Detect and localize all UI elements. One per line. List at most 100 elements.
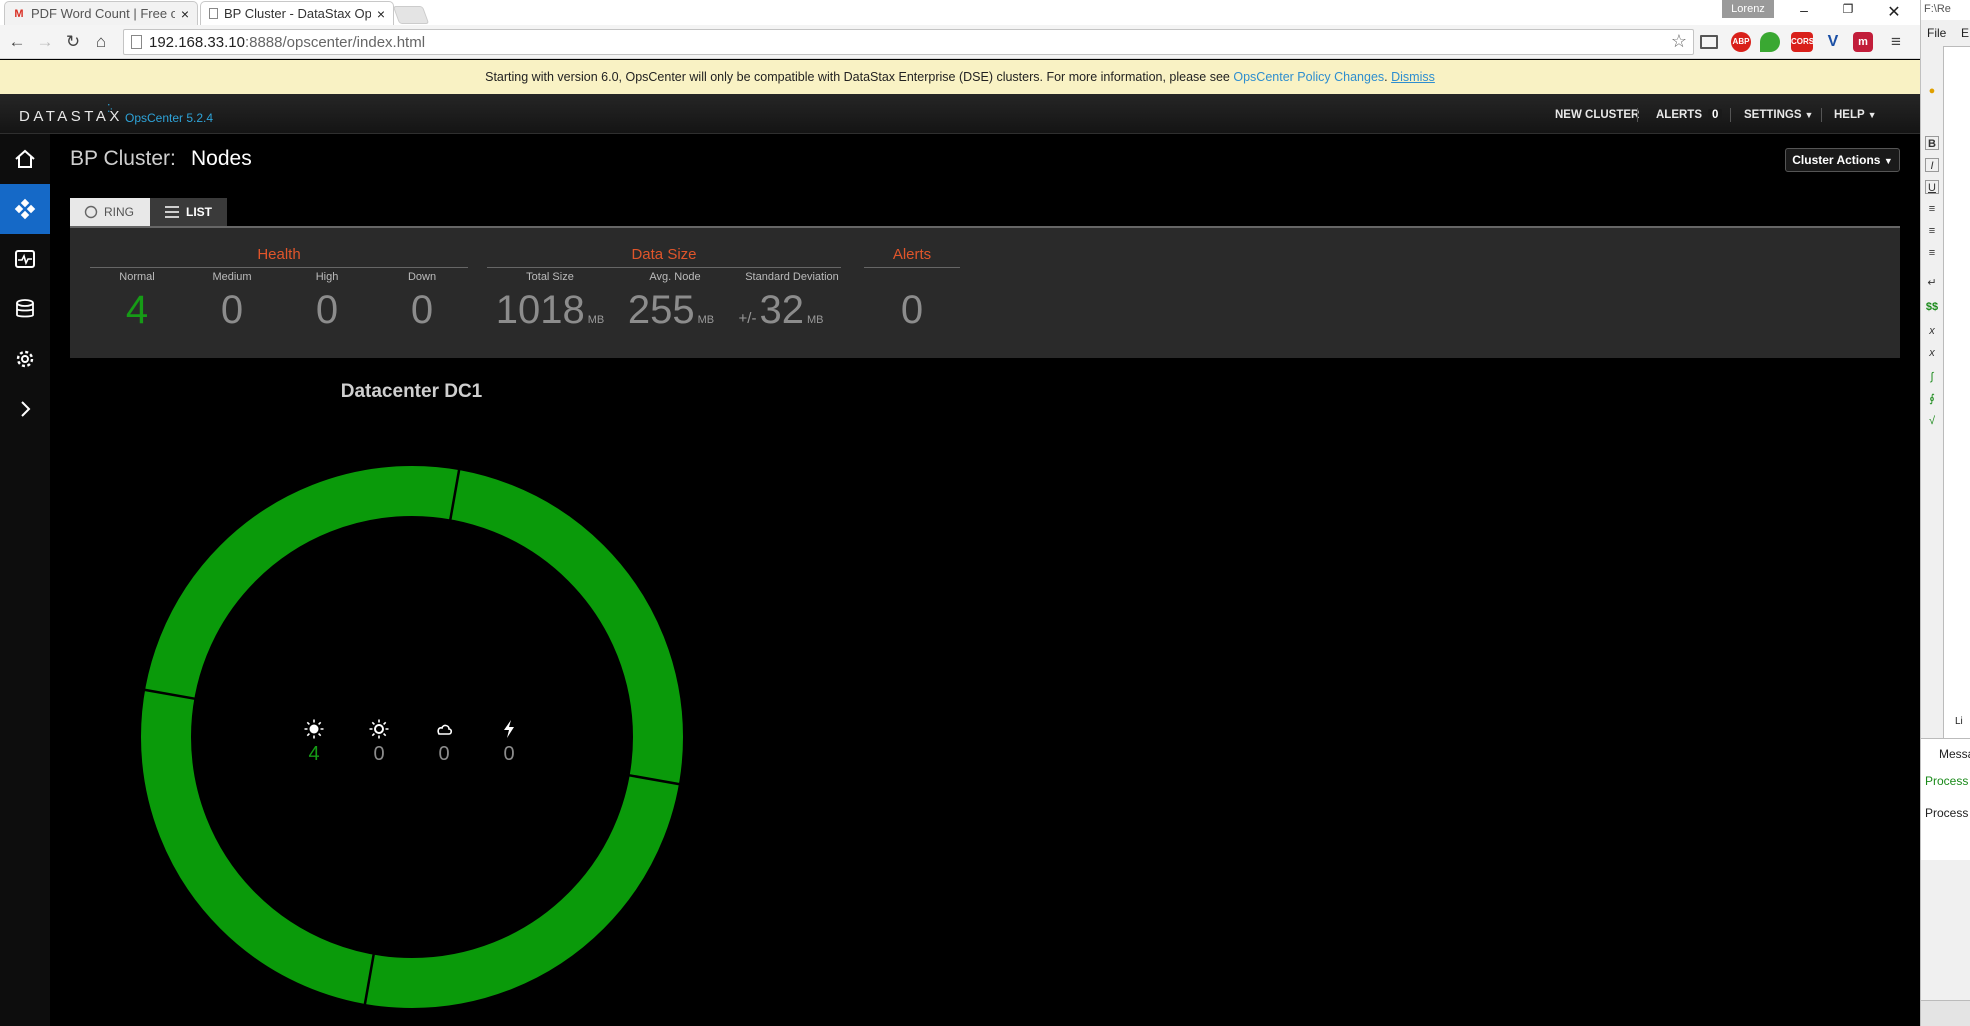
alerts-title: Alerts	[892, 246, 932, 263]
return-tool-icon[interactable]: ↵	[1925, 276, 1939, 290]
cluster-stats-panel: Health Normal Medium High Down 4 0 0 0 D…	[70, 228, 1900, 358]
ring-track	[141, 466, 683, 1008]
close-icon[interactable]: ×	[377, 6, 385, 22]
sqrt-tool-icon[interactable]: √	[1925, 414, 1939, 428]
browser-tab-opscenter[interactable]: BP Cluster - DataStax Ops ×	[200, 1, 394, 25]
home-button-icon[interactable]: ⌂	[90, 31, 112, 53]
sidebar-item-nodes[interactable]	[0, 184, 50, 234]
star-tool-icon[interactable]: ●	[1925, 84, 1939, 98]
edit-menu[interactable]: E	[1961, 26, 1969, 40]
superscript-tool-icon[interactable]: x	[1925, 346, 1939, 360]
ring-stat-normal: 4	[294, 718, 334, 766]
dismiss-link[interactable]: Dismiss	[1391, 70, 1435, 84]
sun-outline-icon	[369, 719, 389, 739]
medium-count: 0	[220, 288, 244, 332]
page-title: Nodes	[191, 147, 252, 170]
ring-stat-medium: 0	[359, 718, 399, 766]
tab-ring[interactable]: RING	[70, 198, 150, 226]
browser-tab-pdf-word-count[interactable]: M PDF Word Count | Free on ×	[4, 1, 198, 25]
window-close-icon[interactable]: ✕	[1884, 2, 1904, 22]
forward-icon[interactable]: →	[34, 31, 56, 53]
down-count: 0	[410, 288, 434, 332]
gear-icon	[16, 350, 34, 368]
total-size-label: Total Size	[526, 271, 574, 283]
caret-down-icon: ▼	[1883, 156, 1893, 166]
ring-stat-down: 0	[489, 718, 529, 766]
sidebar-item-settings[interactable]	[0, 334, 50, 384]
minimize-icon[interactable]: –	[1794, 2, 1814, 18]
new-tab-button[interactable]	[392, 6, 430, 24]
app-path: F:\Re	[1924, 3, 1951, 15]
policy-changes-link[interactable]: OpsCenter Policy Changes	[1233, 70, 1384, 84]
adblock-extension-icon[interactable]: ABP	[1731, 32, 1751, 52]
sun-icon	[304, 719, 324, 739]
tab-list[interactable]: LIST	[150, 198, 227, 226]
cloud-icon	[437, 724, 453, 735]
map-pin-extension-icon[interactable]	[1760, 32, 1780, 52]
app-extension-icon[interactable]: m	[1853, 32, 1873, 52]
underline-tool-icon[interactable]: U	[1925, 180, 1939, 194]
bookmark-star-icon[interactable]: ☆	[1671, 31, 1687, 52]
italic-tool-icon[interactable]: I	[1925, 158, 1939, 172]
list-icon	[165, 206, 179, 218]
datacenter-ring	[141, 466, 683, 1008]
lightning-icon	[504, 720, 514, 738]
down-label: Down	[407, 271, 437, 283]
dashboard-icon	[15, 250, 35, 268]
app-statusbar	[1921, 1000, 1970, 1026]
tab-list-label: LIST	[186, 205, 212, 219]
avg-node-label: Avg. Node	[649, 271, 701, 283]
align-right-icon[interactable]: ≡	[1925, 246, 1939, 260]
cors-extension-icon[interactable]: CORS	[1791, 32, 1814, 52]
v-extension-icon[interactable]: V	[1823, 32, 1843, 52]
chevron-right-icon	[21, 401, 31, 417]
bold-tool-icon[interactable]: B	[1925, 136, 1939, 150]
normal-count: 4	[125, 288, 149, 332]
integral-tool-icon[interactable]: ∫	[1925, 370, 1939, 384]
page-title-prefix: BP Cluster:	[70, 147, 176, 170]
sidebar-item-home[interactable]	[0, 134, 50, 184]
medium-label: Medium	[212, 271, 252, 283]
screenshot-extension-icon[interactable]	[1700, 35, 1718, 49]
ring-icon	[84, 205, 98, 219]
message-line: Process	[1925, 774, 1969, 788]
health-title: Health	[257, 246, 301, 263]
align-center-icon[interactable]: ≡	[1925, 224, 1939, 238]
menu-icon[interactable]: ≡	[1885, 31, 1907, 53]
alerts-count-badge: 0	[1708, 109, 1723, 121]
alerts-divider	[864, 267, 960, 268]
reload-icon[interactable]: ↻	[62, 31, 84, 53]
help-menu[interactable]: HELP ▼	[1834, 109, 1877, 121]
ring-normal-count: 4	[308, 743, 320, 765]
datacenter-title: Datacenter DC1	[340, 381, 483, 402]
settings-menu[interactable]: SETTINGS ▼	[1744, 109, 1813, 121]
sum-tool-icon[interactable]: ∮	[1925, 392, 1939, 406]
browser-tab-label: BP Cluster - DataStax Ops	[224, 6, 371, 21]
alerts-count: 0	[900, 288, 924, 332]
messages-tab[interactable]: Messa	[1939, 747, 1970, 761]
nav-divider	[1637, 108, 1638, 122]
restore-icon[interactable]: ❐	[1838, 2, 1858, 16]
url-text: 192.168.33.10:8888/opscenter/index.html	[149, 34, 426, 51]
sidebar-item-dashboard[interactable]	[0, 234, 50, 284]
alerts-button[interactable]: ALERTS 0	[1656, 109, 1723, 121]
dollar-tool-icon[interactable]: $$	[1925, 300, 1939, 314]
profile-button[interactable]: Lorenz	[1722, 0, 1774, 18]
file-menu[interactable]: File	[1927, 26, 1946, 40]
caret-down-icon: ▼	[1804, 110, 1814, 120]
address-bar[interactable]: 192.168.33.10:8888/opscenter/index.html …	[123, 29, 1694, 55]
sidebar-item-data[interactable]	[0, 284, 50, 334]
std-dev-value: +/-32 MB	[738, 288, 824, 332]
close-icon[interactable]: ×	[181, 6, 189, 22]
std-dev-label: Standard Deviation	[745, 271, 839, 283]
subscript-tool-icon[interactable]: x	[1925, 324, 1939, 338]
cluster-actions-button[interactable]: Cluster Actions ▼	[1785, 148, 1900, 172]
browser-toolbar: ← → ↻ ⌂ 192.168.33.10:8888/opscenter/ind…	[0, 25, 1920, 59]
page-icon	[131, 35, 142, 49]
align-left-icon[interactable]: ≡	[1925, 202, 1939, 216]
browser-tab-label: PDF Word Count | Free on	[31, 6, 175, 21]
sidebar-item-expand[interactable]	[0, 384, 50, 434]
back-icon[interactable]: ←	[6, 31, 28, 53]
new-cluster-button[interactable]: NEW CLUSTER	[1555, 109, 1639, 121]
app-titlebar: F:\Re	[1921, 0, 1970, 20]
